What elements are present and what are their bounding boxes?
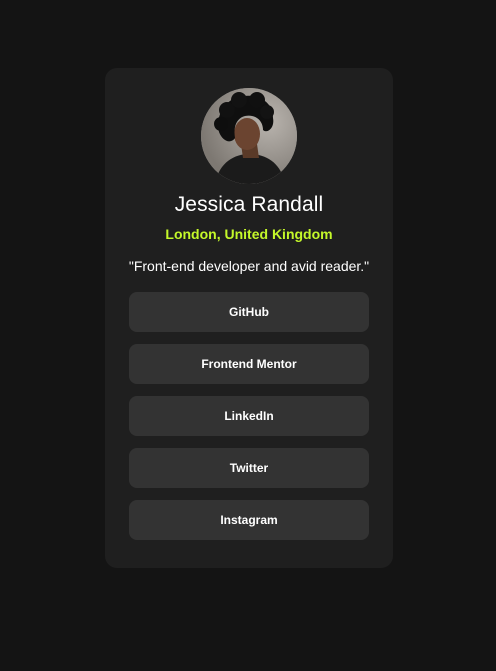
link-instagram-button[interactable]: Instagram — [129, 500, 369, 540]
link-linkedin-button[interactable]: LinkedIn — [129, 396, 369, 436]
link-twitter-button[interactable]: Twitter — [129, 448, 369, 488]
link-frontend-mentor-button[interactable]: Frontend Mentor — [129, 344, 369, 384]
profile-card: Jessica Randall London, United Kingdom "… — [105, 68, 393, 568]
social-links: GitHub Frontend Mentor LinkedIn Twitter … — [129, 292, 369, 552]
avatar — [201, 88, 297, 184]
profile-name: Jessica Randall — [174, 193, 324, 216]
profile-bio: "Front-end developer and avid reader." — [128, 258, 370, 274]
profile-location: London, United Kingdom — [165, 226, 333, 242]
link-github-button[interactable]: GitHub — [129, 292, 369, 332]
